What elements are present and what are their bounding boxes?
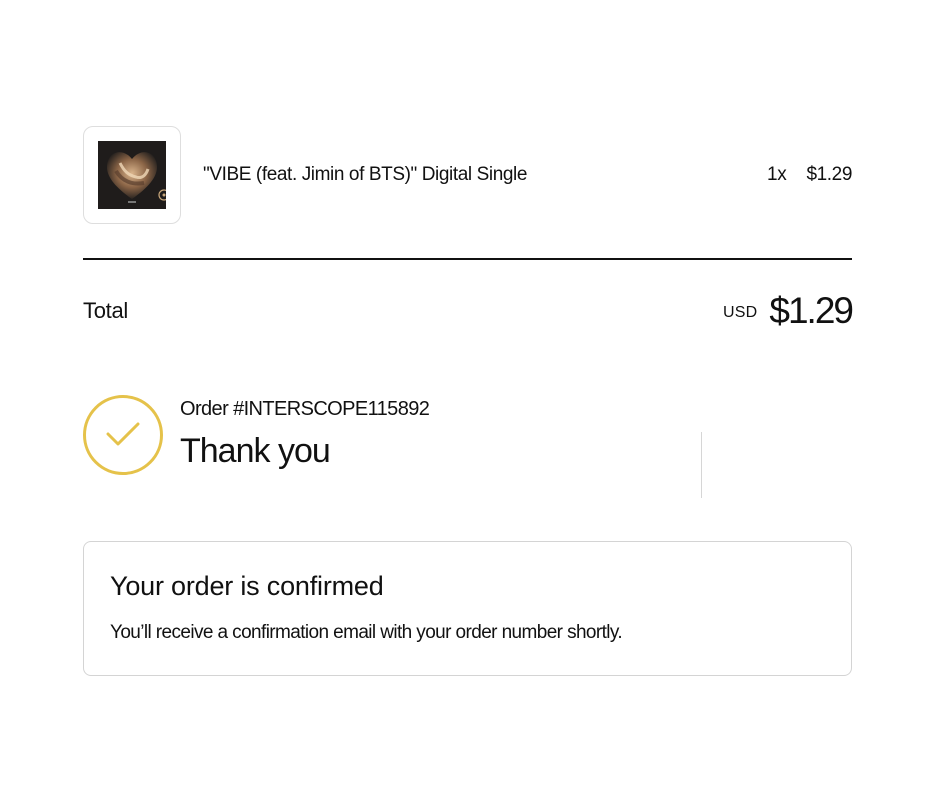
total-value: USD $1.29 <box>723 290 854 332</box>
product-thumbnail <box>83 126 181 224</box>
confirmation-title: Your order is confirmed <box>110 571 384 601</box>
confirmation-card: Your order is confirmed You’ll receive a… <box>83 541 852 676</box>
product-price: $1.29 <box>806 164 852 185</box>
total-row: Total USD $1.29 <box>83 288 854 334</box>
vertical-divider <box>701 432 702 498</box>
currency-code: USD <box>723 304 758 321</box>
order-number: Order #INTERSCOPE115892 <box>180 398 430 420</box>
total-label: Total <box>83 298 128 323</box>
thank-you-heading: Thank you <box>180 432 331 470</box>
divider <box>83 258 852 260</box>
check-icon <box>83 395 163 475</box>
album-cover-image <box>98 141 166 209</box>
product-name: "VIBE (feat. Jimin of BTS)" Digital Sing… <box>203 164 528 185</box>
product-quantity: 1x <box>766 164 787 185</box>
order-confirmation-page: "VIBE (feat. Jimin of BTS)" Digital Sing… <box>0 0 940 788</box>
cart-line-item: "VIBE (feat. Jimin of BTS)" Digital Sing… <box>83 125 852 225</box>
total-amount: $1.29 <box>769 290 854 331</box>
confirmation-message: You’ll receive a confirmation email with… <box>110 622 623 643</box>
